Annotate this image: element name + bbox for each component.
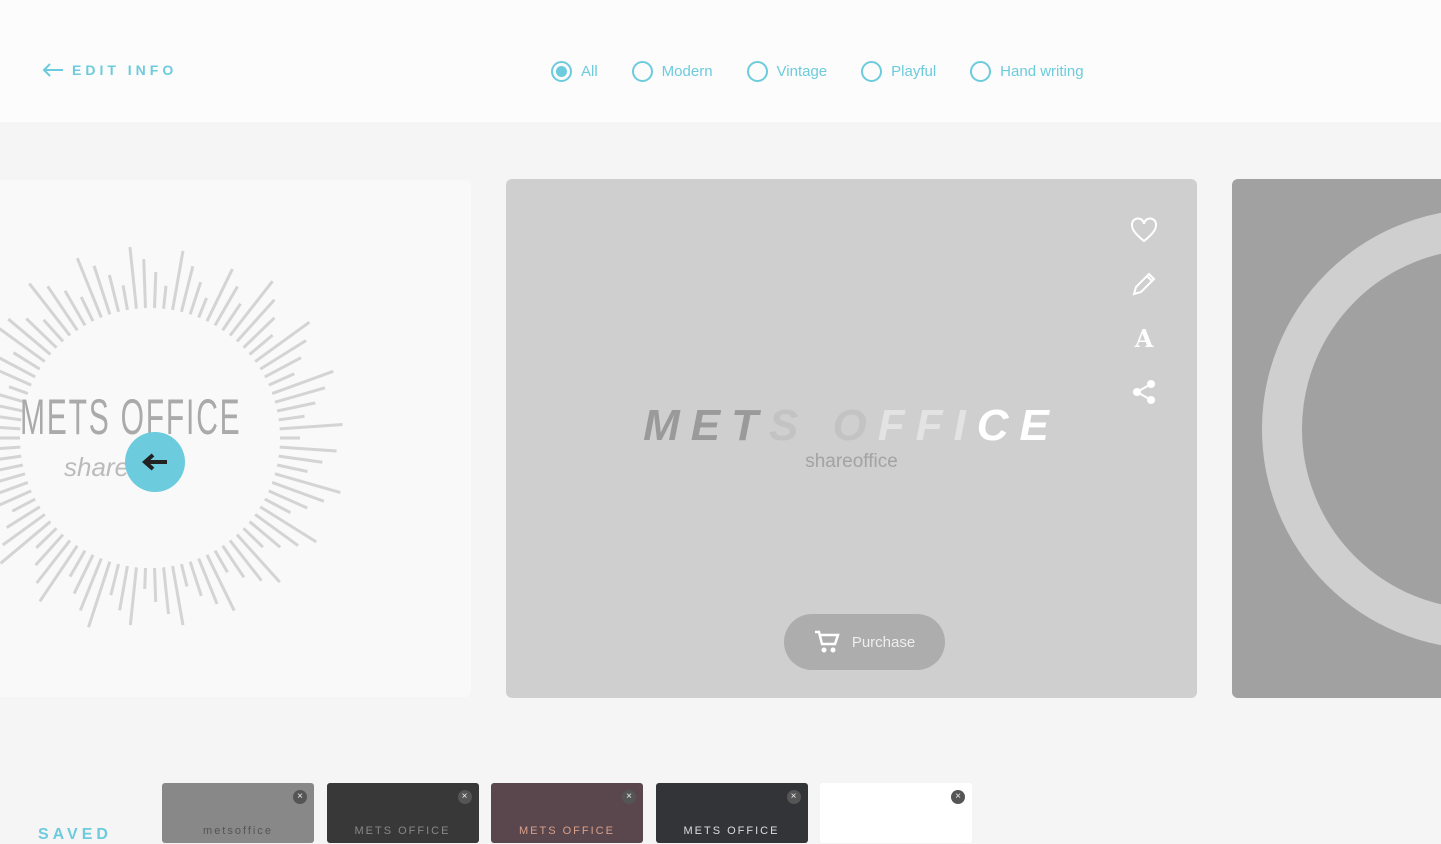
filter-label: Vintage [776,63,828,80]
saved-thumbnail[interactable]: × METS OFFICE [655,783,808,843]
thumbnail-text: METS OFFICE [683,825,780,837]
remove-icon[interactable]: × [293,790,307,804]
logo-text-part: CE [976,401,1060,450]
saved-thumbnail[interactable]: × METS OFFICE [326,783,479,843]
brush-circle-graphic [1262,212,1441,646]
card-tools: A [1128,217,1160,405]
purchase-button[interactable]: Purchase [784,614,945,670]
share-button[interactable] [1128,379,1160,405]
edit-info-label: EDIT INFO [72,62,178,78]
remove-icon[interactable]: × [622,790,636,804]
radio-selected-icon [551,61,572,82]
filter-playful[interactable]: Playful [861,61,936,82]
font-button[interactable]: A [1128,323,1160,353]
pencil-icon [1132,272,1156,296]
next-logo-card[interactable] [1232,179,1441,698]
arrow-left-icon [142,453,167,471]
header: EDIT INFO All Modern Vintage Playful Han… [0,0,1441,122]
prev-logo-text: METS OFFICE [20,389,242,445]
prev-logo-sub: share [64,452,130,482]
radio-icon [746,61,768,82]
thumbnail-text: METS OFFICE [354,825,451,837]
filter-vintage[interactable]: Vintage [746,61,828,82]
filter-all[interactable]: All [551,61,598,82]
filter-label: All [581,63,598,80]
filter-modern[interactable]: Modern [631,61,713,82]
remove-icon[interactable]: × [951,790,965,804]
saved-thumbnail[interactable]: × metsoffice [162,783,314,843]
saved-thumbnail[interactable]: × METS OFFICE [491,783,643,843]
logo-text-part: S O [768,401,878,450]
logo-text: METS OFFICE [506,401,1197,451]
style-filter-group: All Modern Vintage Playful Hand writing [551,61,1084,82]
edit-button[interactable] [1128,271,1160,297]
filter-label: Modern [661,63,713,80]
logo-text-part: MET [643,401,769,450]
thumbnail-text: metsoffice [203,825,273,837]
favorite-button[interactable] [1128,217,1160,243]
arrow-left-icon [42,63,63,77]
radio-icon [861,61,883,82]
filter-label: Hand writing [1000,63,1084,80]
saved-thumbnail[interactable]: × [820,783,972,843]
radio-icon [631,61,653,82]
share-icon [1133,380,1155,404]
saved-label: SAVED [38,826,112,843]
heart-icon [1131,217,1157,243]
filter-label: Playful [891,63,937,80]
previous-button[interactable] [125,432,185,492]
purchase-label: Purchase [851,633,916,651]
remove-icon[interactable]: × [786,790,801,804]
cart-icon [814,630,840,653]
font-icon: A [1134,323,1154,353]
edit-info-button[interactable]: EDIT INFO [42,62,177,78]
logo-subtitle: shareoffice [805,451,898,472]
filter-hand-writing[interactable]: Hand writing [970,61,1084,82]
previous-logo-card[interactable]: METS OFFICE share [0,180,471,697]
logo-text-part: FFI [877,401,977,450]
remove-icon[interactable]: × [457,790,472,804]
current-logo-card[interactable]: METS OFFICE shareoffice A Purchase [506,179,1197,698]
thumbnail-text: METS OFFICE [519,825,615,837]
radio-icon [970,61,992,82]
